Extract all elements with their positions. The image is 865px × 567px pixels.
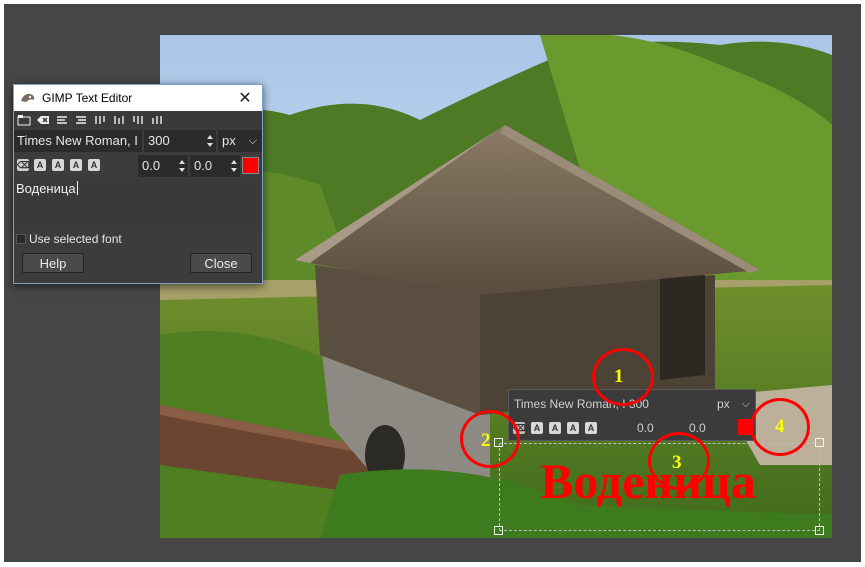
italic-icon[interactable]: A — [549, 422, 561, 434]
bold-icon[interactable]: A — [531, 422, 543, 434]
text-content: Воденица — [16, 181, 76, 196]
text-edit-area[interactable]: Воденица — [14, 179, 262, 227]
callout-number-1: 1 — [614, 366, 624, 387]
use-selected-font-row: Use selected font — [14, 231, 262, 247]
resize-handle-bottom-right[interactable] — [815, 526, 824, 535]
font-size-value: 300 — [148, 133, 170, 148]
unit-value: px — [222, 133, 236, 148]
chevron-down-icon: ⌵ — [248, 135, 257, 147]
font-input[interactable]: Times New Roman, I — [14, 130, 142, 152]
help-button[interactable]: Help — [22, 253, 84, 273]
chevron-down-icon: ⌵ — [741, 398, 750, 410]
style-row: ⌫ A A A A 0.0 0.0 — [14, 155, 262, 177]
text-color-swatch[interactable] — [242, 157, 259, 174]
use-selected-font-checkbox[interactable] — [16, 234, 26, 244]
overlay-baseline-value: 0.0 — [637, 421, 654, 435]
bold-icon[interactable]: A — [34, 159, 46, 171]
open-file-icon[interactable] — [16, 113, 32, 127]
baseline-value: 0.0 — [142, 158, 161, 173]
unit-select[interactable]: px ⌵ — [218, 130, 262, 152]
close-button[interactable]: Close — [190, 253, 252, 273]
ttb-rtl-icon[interactable] — [92, 113, 108, 127]
underline-icon[interactable]: A — [567, 422, 579, 434]
clear-text-icon[interactable] — [35, 113, 51, 127]
spin-arrows-icon[interactable] — [178, 157, 186, 175]
dialog-titlebar[interactable]: GIMP Text Editor ✕ — [14, 85, 262, 111]
strikethrough-icon[interactable]: A — [585, 422, 597, 434]
rtl-direction-icon[interactable] — [73, 113, 89, 127]
clear-style-icon[interactable]: ⌫ — [17, 159, 30, 171]
overlay-kerning-value: 0.0 — [689, 421, 706, 435]
text-editor-dialog: GIMP Text Editor ✕ Times New Roman, I 30… — [13, 84, 263, 284]
editor-toolbar — [14, 111, 262, 129]
underline-icon[interactable]: A — [70, 159, 82, 171]
ttb-ltr-upright-icon[interactable] — [149, 113, 165, 127]
ttb-ltr-icon[interactable] — [130, 113, 146, 127]
use-selected-font-label: Use selected font — [29, 232, 122, 246]
text-cursor — [76, 181, 78, 195]
italic-icon[interactable]: A — [52, 159, 64, 171]
ltr-direction-icon[interactable] — [54, 113, 70, 127]
resize-handle-top-right[interactable] — [815, 438, 824, 447]
ttb-rtl-upright-icon[interactable] — [111, 113, 127, 127]
close-icon[interactable]: ✕ — [236, 88, 254, 108]
overlay-unit-select[interactable]: px ⌵ — [713, 394, 755, 414]
overlay-unit-value: px — [717, 397, 730, 411]
callout-number-3: 3 — [672, 452, 682, 473]
kerning-input[interactable]: 0.0 — [190, 155, 240, 177]
dialog-title: GIMP Text Editor — [42, 91, 133, 105]
callout-number-4: 4 — [775, 416, 785, 437]
callout-number-2: 2 — [481, 430, 491, 451]
spin-arrows-icon[interactable] — [206, 132, 214, 150]
gimp-app-icon — [20, 91, 36, 105]
font-size-input[interactable]: 300 — [144, 130, 216, 152]
spin-arrows-icon[interactable] — [230, 157, 238, 175]
kerning-value: 0.0 — [194, 158, 213, 173]
resize-handle-bottom-left[interactable] — [494, 526, 503, 535]
baseline-input[interactable]: 0.0 — [138, 155, 188, 177]
font-row: Times New Roman, I 300 px ⌵ — [14, 130, 262, 152]
strikethrough-icon[interactable]: A — [88, 159, 100, 171]
